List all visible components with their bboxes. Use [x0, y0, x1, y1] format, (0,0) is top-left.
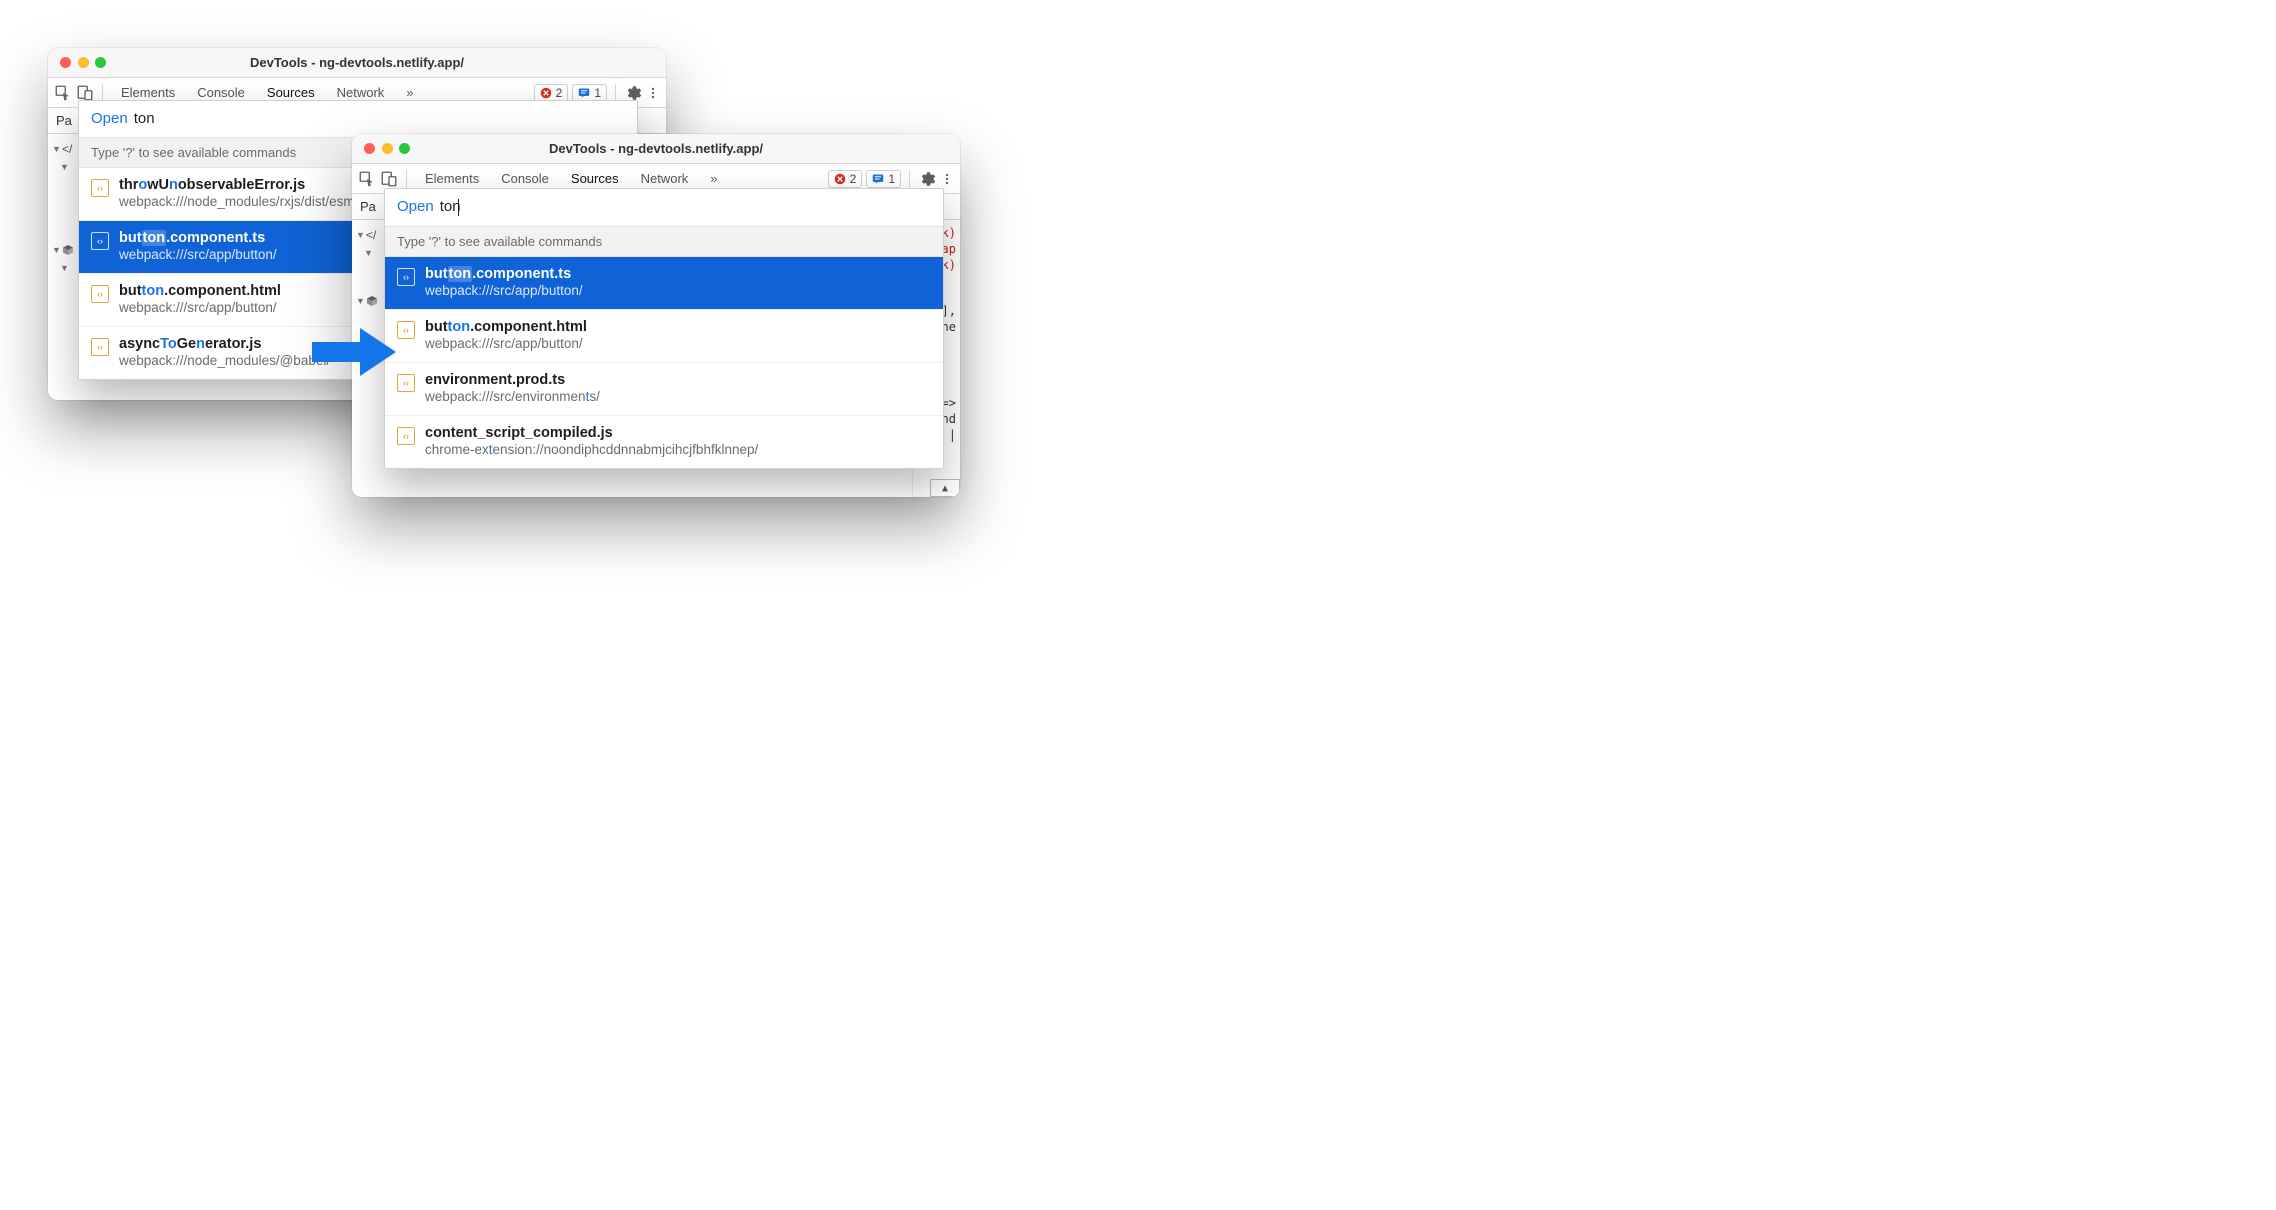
- messages-count: 1: [888, 172, 895, 186]
- inspect-icon[interactable]: [358, 170, 376, 188]
- result-path: webpack:///src/environments/: [425, 389, 600, 406]
- result-path: webpack:///src/app/button/: [119, 300, 281, 317]
- panel-tabs: Elements Console Sources Network »: [415, 171, 718, 186]
- inspect-icon[interactable]: [54, 84, 72, 102]
- tab-sources[interactable]: Sources: [571, 171, 619, 186]
- zoom-dot[interactable]: [95, 57, 106, 68]
- results-list-after: ‹›button.component.tswebpack:///src/app/…: [385, 257, 943, 468]
- result-path: webpack:///src/app/button/: [119, 247, 277, 264]
- file-icon: ‹›: [91, 285, 109, 303]
- file-icon: ‹›: [91, 179, 109, 197]
- tab-sources[interactable]: Sources: [267, 85, 315, 100]
- titlebar: DevTools - ng-devtools.netlify.app/: [48, 48, 666, 78]
- tab-network[interactable]: Network: [641, 171, 689, 186]
- tabs-more-icon[interactable]: »: [710, 171, 717, 186]
- result-filename: environment.prod.ts: [425, 371, 600, 389]
- file-icon: ‹›: [397, 374, 415, 392]
- file-icon: ‹›: [397, 268, 415, 286]
- window-title: DevTools - ng-devtools.netlify.app/: [352, 141, 960, 156]
- result-filename: button.component.ts: [425, 265, 583, 283]
- open-label: Open: [397, 198, 434, 215]
- cube-icon: [62, 244, 74, 256]
- open-query-input[interactable]: ton: [134, 110, 155, 127]
- tabs-more-icon[interactable]: »: [406, 85, 413, 100]
- command-menu-after: Open ton Type '?' to see available comma…: [384, 188, 944, 469]
- traffic-lights: [60, 57, 106, 68]
- hint: Type '?' to see available commands: [385, 226, 943, 257]
- drawer-toggle-icon[interactable]: ▲: [930, 479, 960, 497]
- panel-tabs: Elements Console Sources Network »: [111, 85, 414, 100]
- result-filename: button.component.html: [119, 282, 281, 300]
- result-filename: button.component.html: [425, 318, 587, 336]
- minimize-dot[interactable]: [78, 57, 89, 68]
- message-icon: [872, 173, 884, 185]
- close-dot[interactable]: [364, 143, 375, 154]
- tab-elements[interactable]: Elements: [425, 171, 479, 186]
- result-filename: button.component.ts: [119, 229, 277, 247]
- transition-arrow-icon: [312, 324, 396, 380]
- file-icon: ‹›: [91, 232, 109, 250]
- result-path: webpack:///src/app/button/: [425, 336, 587, 353]
- message-icon: [578, 87, 590, 99]
- error-icon: [540, 87, 552, 99]
- tab-console[interactable]: Console: [197, 85, 245, 100]
- subbar-text: Pa: [360, 199, 376, 214]
- device-icon[interactable]: [76, 84, 94, 102]
- open-row: Open ton: [385, 189, 943, 226]
- file-icon: ‹›: [397, 321, 415, 339]
- subbar-text: Pa: [56, 113, 72, 128]
- errors-count: 2: [850, 172, 857, 186]
- result-item[interactable]: ‹› button.component.tswebpack:///src/app/…: [385, 257, 943, 309]
- open-query-input[interactable]: ton: [440, 198, 461, 216]
- result-path: webpack:///src/app/button/: [425, 283, 583, 300]
- window-title: DevTools - ng-devtools.netlify.app/: [48, 55, 666, 70]
- open-row: Open ton: [79, 101, 637, 137]
- file-icon: ‹›: [91, 338, 109, 356]
- result-path: webpack:///node_modules/rxjs/dist/esm: [119, 194, 355, 211]
- result-item[interactable]: ‹› content_script_compiled.jschrome-exten…: [385, 415, 943, 468]
- kebab-icon[interactable]: [940, 170, 954, 188]
- result-path: webpack:///node_modules/@babel/: [119, 353, 330, 370]
- messages-count: 1: [594, 86, 601, 100]
- minimize-dot[interactable]: [382, 143, 393, 154]
- gear-icon[interactable]: [918, 170, 936, 188]
- close-dot[interactable]: [60, 57, 71, 68]
- result-path: chrome-extension://noondiphcddnnabmjcihc…: [425, 442, 758, 459]
- traffic-lights: [364, 143, 410, 154]
- zoom-dot[interactable]: [399, 143, 410, 154]
- tab-elements[interactable]: Elements: [121, 85, 175, 100]
- messages-badge[interactable]: 1: [572, 84, 607, 102]
- result-item[interactable]: ‹› environment.prod.tswebpack:///src/envi…: [385, 362, 943, 415]
- errors-count: 2: [556, 86, 563, 100]
- result-item[interactable]: ‹› button.component.htmlwebpack:///src/ap…: [385, 309, 943, 362]
- file-icon: ‹›: [397, 427, 415, 445]
- messages-badge[interactable]: 1: [866, 170, 901, 188]
- error-icon: [834, 173, 846, 185]
- result-filename: content_script_compiled.js: [425, 424, 758, 442]
- tab-console[interactable]: Console: [501, 171, 549, 186]
- errors-badge[interactable]: 2: [828, 170, 863, 188]
- device-icon[interactable]: [380, 170, 398, 188]
- text-caret: [458, 199, 459, 216]
- errors-badge[interactable]: 2: [534, 84, 569, 102]
- titlebar: DevTools - ng-devtools.netlify.app/: [352, 134, 960, 164]
- open-label: Open: [91, 110, 128, 127]
- result-filename: asyncToGenerator.js: [119, 335, 330, 353]
- result-filename: throwUnobservableError.js: [119, 176, 355, 194]
- tab-network[interactable]: Network: [337, 85, 385, 100]
- cube-icon: [366, 295, 378, 307]
- kebab-icon[interactable]: [646, 84, 660, 102]
- gear-icon[interactable]: [624, 84, 642, 102]
